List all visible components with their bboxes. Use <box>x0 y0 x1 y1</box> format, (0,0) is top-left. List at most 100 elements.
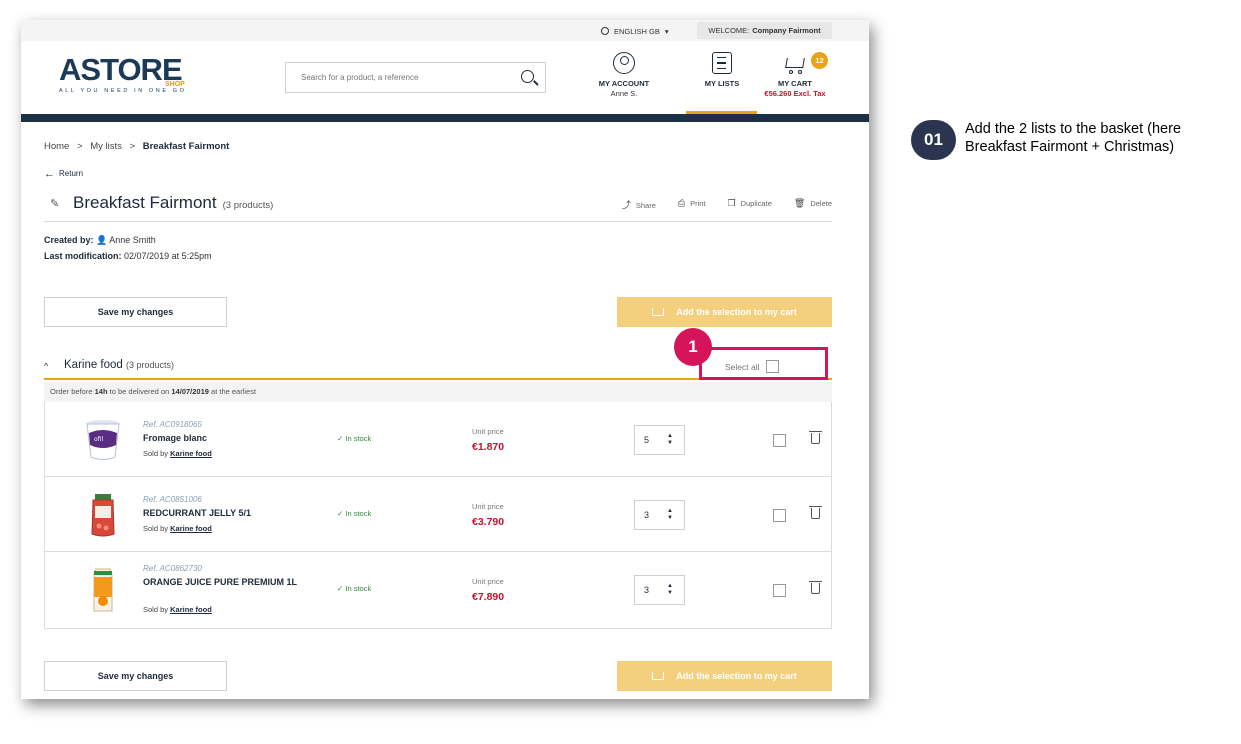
seller-group-name: Karine food (3 products) <box>64 359 174 371</box>
arrow-left-icon: ← <box>44 167 55 180</box>
stock-status: ✓ In stock <box>337 584 372 593</box>
row-select-checkbox[interactable] <box>773 434 786 447</box>
quantity-stepper[interactable]: 3 ▲ ▼ <box>634 500 685 530</box>
app-window: ENGLISH GB ▾ WELCOME: Company Fairmont A… <box>21 20 869 699</box>
group-name-text: Karine food <box>64 359 123 371</box>
list-meta: Created by: 👤 Anne Smith Last modificati… <box>44 232 212 264</box>
delivery-text: at the earliest <box>211 387 257 396</box>
last-modification-value: 02/07/2019 at 5:25pm <box>124 251 212 261</box>
my-cart-label: MY CART <box>777 79 813 88</box>
site-logo[interactable]: ASTORE SHOP ALL YOU NEED IN ONE GO <box>59 54 187 94</box>
delivery-date: 14/07/2019 <box>171 387 209 396</box>
save-changes-button[interactable]: Save my changes <box>44 297 227 327</box>
list-icon <box>712 52 732 74</box>
sold-by-label: Sold by <box>143 605 169 614</box>
stepper-arrows-icon[interactable]: ▲ ▼ <box>667 433 673 447</box>
product-image-juice-carton <box>93 568 113 612</box>
trash-icon[interactable] <box>809 581 822 594</box>
delete-action[interactable]: 🗑 Delete <box>794 198 832 211</box>
product-image-yogurt: ofil <box>86 420 120 460</box>
quantity-value: 3 <box>644 585 650 595</box>
search-icon[interactable] <box>521 70 534 83</box>
product-image-jelly-jar <box>91 494 115 537</box>
delivery-info: Order before 14h to be delivered on 14/0… <box>44 382 832 402</box>
unit-price: €1.870 <box>472 441 505 453</box>
my-account-link[interactable]: MY ACCOUNT Anne S. <box>591 52 657 98</box>
share-action[interactable]: ⤴ Share <box>622 198 656 211</box>
seller-link[interactable]: Karine food <box>170 605 212 614</box>
sold-by: Sold by Karine food <box>143 605 212 614</box>
product-ref: Ref. AC0918065 <box>143 420 202 429</box>
return-link[interactable]: ← Return <box>44 167 84 180</box>
product-name[interactable]: REDCURRANT JELLY 5/1 <box>143 508 308 519</box>
my-account-label: MY ACCOUNT <box>598 79 650 88</box>
seller-link[interactable]: Karine food <box>170 524 212 533</box>
quantity-value: 5 <box>644 435 650 445</box>
last-modification-label: Last modification: <box>44 251 122 261</box>
seller-link[interactable]: Karine food <box>170 449 212 458</box>
duplicate-label: Duplicate <box>740 199 772 208</box>
globe-icon <box>601 27 609 35</box>
quantity-stepper[interactable]: 5 ▲ ▼ <box>634 425 685 455</box>
add-selection-to-cart-button[interactable]: Add the selection to my cart <box>617 297 832 327</box>
product-ref: Ref. AC0851006 <box>143 495 202 504</box>
delivery-hour: 14h <box>94 387 108 396</box>
add-selection-label: Add the selection to my cart <box>676 671 797 681</box>
trash-icon[interactable] <box>809 506 822 519</box>
breadcrumb-home[interactable]: Home <box>44 141 69 152</box>
print-icon: ⎙ <box>677 198 686 208</box>
add-selection-label: Add the selection to my cart <box>676 307 797 317</box>
cart-icon <box>652 308 665 316</box>
sold-by-label: Sold by <box>143 449 169 458</box>
row-select-checkbox[interactable] <box>773 509 786 522</box>
stepper-arrows-icon[interactable]: ▲ ▼ <box>667 508 673 522</box>
step-number-badge: 01 <box>911 120 956 160</box>
company-name: Company Fairmont <box>752 26 821 35</box>
stock-status: ✓ In stock <box>337 509 372 518</box>
product-table: ofil Ref. AC0918065 Fromage blanc Sold b… <box>44 402 832 629</box>
product-row: Ref. AC0862730 ORANGE JUICE PURE PREMIUM… <box>45 552 831 627</box>
welcome-label: WELCOME: <box>708 26 750 35</box>
language-selector[interactable]: ENGLISH GB ▾ <box>601 23 669 39</box>
edit-pencil-icon[interactable]: ✎ <box>50 197 59 210</box>
site-header: ASTORE SHOP ALL YOU NEED IN ONE GO MY AC… <box>21 41 869 114</box>
save-changes-button-bottom[interactable]: Save my changes <box>44 661 227 691</box>
quantity-stepper[interactable]: 3 ▲ ▼ <box>634 575 685 605</box>
breadcrumb-current: Breakfast Fairmont <box>142 141 230 152</box>
add-selection-to-cart-button-bottom[interactable]: Add the selection to my cart <box>617 661 832 691</box>
search-input[interactable] <box>286 63 506 92</box>
my-lists-link[interactable]: MY LISTS <box>687 52 757 88</box>
unit-price: €7.890 <box>472 591 505 603</box>
svg-text:ofil: ofil <box>94 436 103 443</box>
breadcrumb: Home > My lists > Breakfast Fairmont <box>44 141 229 152</box>
my-lists-label: MY LISTS <box>704 79 740 88</box>
step-instruction: Add the 2 lists to the basket (here Brea… <box>965 121 1182 155</box>
sold-by-label: Sold by <box>143 524 169 533</box>
quantity-value: 3 <box>644 510 650 520</box>
print-label: Print <box>690 199 706 208</box>
breadcrumb-separator: > <box>129 141 136 152</box>
unit-price: €3.790 <box>472 516 505 528</box>
row-select-checkbox[interactable] <box>773 584 786 597</box>
unit-price-label: Unit price <box>472 427 504 436</box>
list-title-row: ✎ Breakfast Fairmont (3 products) ⤴ Share … <box>44 192 832 222</box>
stepper-arrows-icon[interactable]: ▲ ▼ <box>667 583 673 597</box>
person-icon: 👤 <box>96 235 108 245</box>
utility-bar: ENGLISH GB ▾ WELCOME: Company Fairmont <box>21 20 869 41</box>
cart-icon <box>652 672 665 680</box>
created-by-label: Created by: <box>44 235 94 245</box>
product-name[interactable]: Fromage blanc <box>143 433 308 444</box>
chevron-up-icon[interactable]: ^ <box>44 361 48 371</box>
share-label: Share <box>635 201 656 210</box>
print-action[interactable]: ⎙ Print <box>678 198 706 211</box>
trash-icon[interactable] <box>809 431 822 444</box>
breadcrumb-my-lists[interactable]: My lists <box>90 141 122 152</box>
product-name[interactable]: ORANGE JUICE PURE PREMIUM 1L <box>143 577 308 588</box>
search-box <box>285 62 546 93</box>
return-label: Return <box>59 169 84 178</box>
duplicate-action[interactable]: ❐ Duplicate <box>728 198 772 211</box>
delivery-text: Order before <box>50 387 93 396</box>
product-ref: Ref. AC0862730 <box>143 564 202 573</box>
cart-icon <box>784 56 806 74</box>
list-actions: ⤴ Share ⎙ Print ❐ Duplicate 🗑 Delete <box>622 198 832 211</box>
